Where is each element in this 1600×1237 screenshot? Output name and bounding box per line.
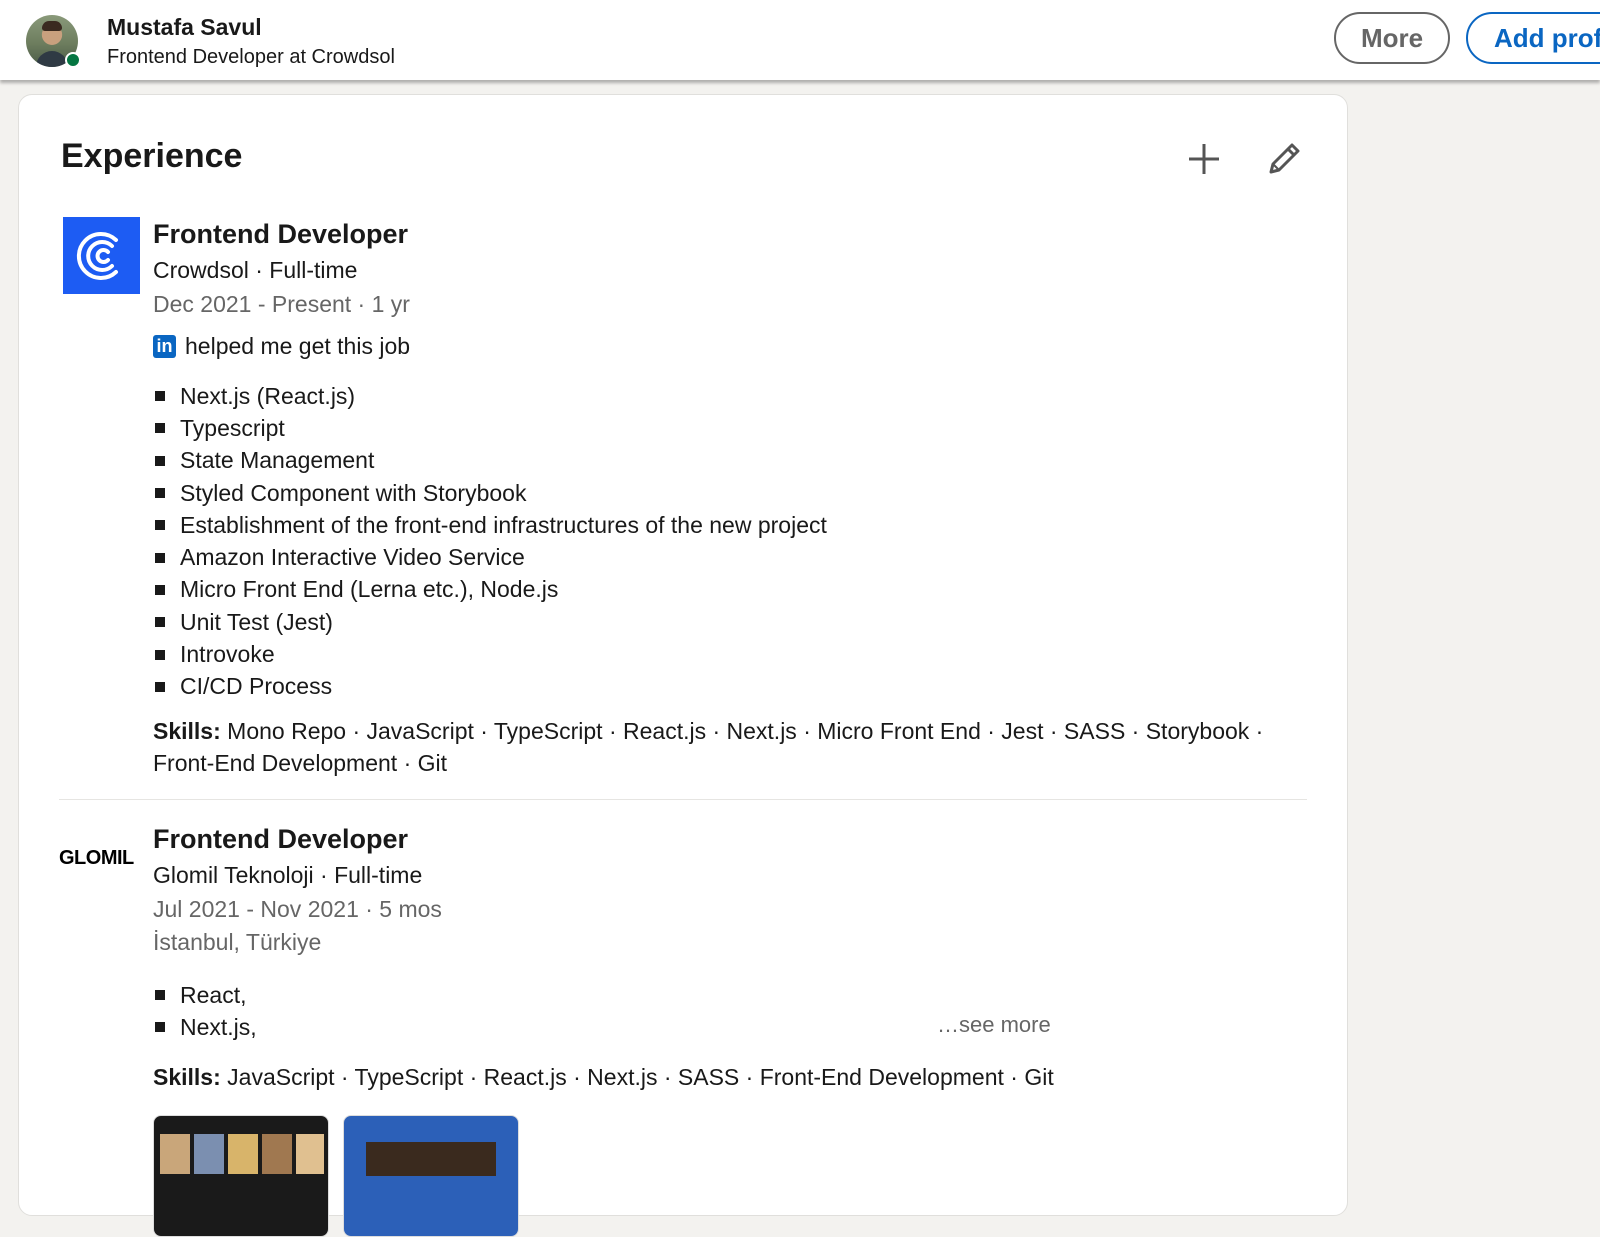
profile-headline: Frontend Developer at Crowdsol <box>107 46 395 68</box>
online-status-dot <box>65 52 81 68</box>
list-item: Styled Component with Storybook <box>155 477 827 509</box>
plus-icon[interactable] <box>1181 136 1227 182</box>
skills-values: JavaScript · TypeScript · React.js · Nex… <box>220 1064 1054 1090</box>
more-button[interactable]: More <box>1334 12 1450 64</box>
list-item: CI/CD Process <box>155 671 827 703</box>
bullet-square-icon <box>155 990 165 1001</box>
skills-label: Skills: <box>153 1064 221 1090</box>
bullet-square-icon <box>155 584 165 595</box>
linkedin-icon: in <box>153 335 176 358</box>
company-line: Crowdsol · Full-time <box>153 257 358 283</box>
add-profile-section-button[interactable]: Add profile section <box>1466 12 1600 64</box>
bullet-square-icon <box>155 649 165 660</box>
bullet-square-icon <box>155 423 165 434</box>
list-item: State Management <box>155 445 827 477</box>
list-item: Typescript <box>155 412 827 444</box>
crowdsol-logo[interactable] <box>63 217 140 294</box>
job-dates: Dec 2021 - Present · 1 yr <box>153 291 410 317</box>
bullet-square-icon <box>155 455 165 466</box>
job-title[interactable]: Frontend Developer <box>153 219 408 250</box>
job-description-list: React, Next.js, <box>155 979 257 1044</box>
list-item: Next.js, <box>155 1011 257 1043</box>
job-dates: Jul 2021 - Nov 2021 · 5 mos <box>153 896 442 922</box>
list-item: React, <box>155 979 257 1011</box>
skills-list: Skills: JavaScript · TypeScript · React.… <box>153 1061 1293 1093</box>
list-item: Amazon Interactive Video Service <box>155 541 827 573</box>
media-thumbnail[interactable] <box>343 1115 519 1237</box>
helped-get-job: in helped me get this job <box>153 333 410 360</box>
list-item: Next.js (React.js) <box>155 380 827 412</box>
helped-text: helped me get this job <box>185 333 411 359</box>
bullet-square-icon <box>155 520 165 531</box>
bullet-square-icon <box>155 1022 165 1033</box>
avatar-hair <box>42 21 62 31</box>
see-more-link[interactable]: …see more <box>937 1012 1051 1038</box>
list-item: Micro Front End (Lerna etc.), Node.js <box>155 574 827 606</box>
profile-name: Mustafa Savul <box>107 14 262 40</box>
avatar-body <box>36 51 68 67</box>
company-line: Glomil Teknoloji · Full-time <box>153 862 423 888</box>
media-thumbnail[interactable] <box>153 1115 329 1237</box>
experience-card: Experience Frontend Developer Crowdsol ·… <box>18 94 1348 1237</box>
bullet-square-icon <box>155 488 165 499</box>
skills-list: Skills: Mono Repo · JavaScript · TypeScr… <box>153 715 1293 779</box>
skills-label: Skills: <box>153 718 221 744</box>
job-location: İstanbul, Türkiye <box>153 929 322 955</box>
divider <box>59 799 1307 800</box>
section-title: Experience <box>61 137 243 175</box>
list-item: Establishment of the front-end infrastru… <box>155 509 827 541</box>
bullet-square-icon <box>155 617 165 628</box>
job-title[interactable]: Frontend Developer <box>153 824 408 855</box>
skills-values: Mono Repo · JavaScript · TypeScript · Re… <box>153 718 1264 776</box>
job-description-list: Next.js (React.js) Typescript State Mana… <box>155 380 827 703</box>
bullet-square-icon <box>155 391 165 402</box>
bullet-square-icon <box>155 552 165 563</box>
pencil-icon[interactable] <box>1261 136 1307 182</box>
glomil-logo[interactable]: GLOMIL <box>59 847 147 873</box>
bullet-square-icon <box>155 681 165 692</box>
list-item: Unit Test (Jest) <box>155 606 827 638</box>
list-item: Introvoke <box>155 638 827 670</box>
profile-sticky-header: Mustafa Savul Frontend Developer at Crow… <box>0 0 1600 80</box>
